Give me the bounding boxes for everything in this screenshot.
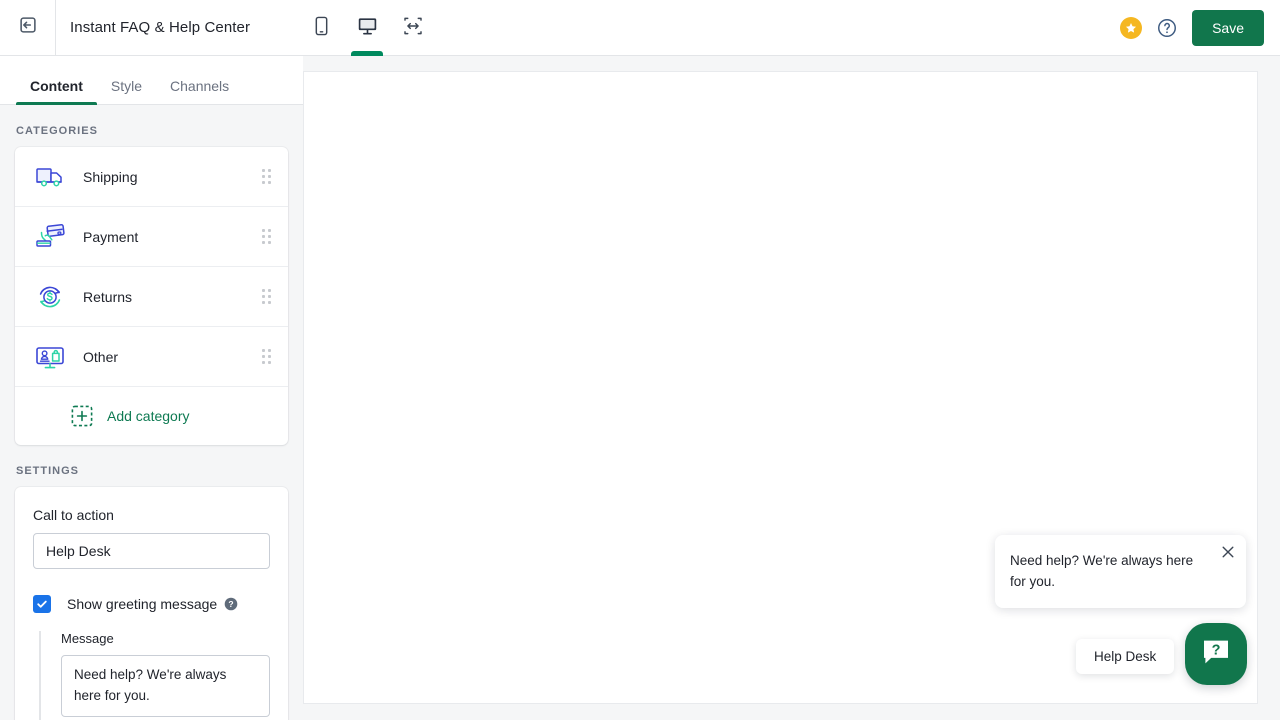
delivery-truck-icon <box>33 160 67 194</box>
preview-greeting-text: Need help? We're always here for you. <box>1010 553 1194 589</box>
chat-question-icon: ? <box>1199 636 1233 673</box>
tab-channels[interactable]: Channels <box>156 79 243 104</box>
category-label: Shipping <box>83 168 138 185</box>
sidebar: Content Style Channels CATEGORIES Shippi… <box>0 56 303 720</box>
category-row-returns[interactable]: Returns <box>15 267 288 327</box>
category-label: Payment <box>83 228 139 245</box>
category-row-payment[interactable]: Payment <box>15 207 288 267</box>
message-textarea[interactable] <box>61 655 270 717</box>
show-greeting-label: Show greeting message <box>67 596 218 612</box>
device-toggle-fullwidth[interactable] <box>397 0 429 56</box>
show-greeting-row: Show greeting message ? <box>33 595 270 613</box>
save-button[interactable]: Save <box>1192 10 1264 46</box>
top-bar: Instant FAQ & Help Center Save <box>0 0 1280 56</box>
category-row-shipping[interactable]: Shipping <box>15 147 288 207</box>
device-toggle-mobile[interactable] <box>305 0 337 56</box>
svg-text:?: ? <box>1212 642 1221 658</box>
categories-section-label: CATEGORIES <box>16 125 98 137</box>
category-label: Returns <box>83 288 133 305</box>
drag-handle[interactable] <box>262 288 274 305</box>
mobile-icon <box>313 16 330 41</box>
categories-card: Shipping Payment Returns Other Add categ… <box>15 147 288 445</box>
add-category-button[interactable]: Add category <box>15 387 288 445</box>
preview-launcher-button[interactable]: ? <box>1185 623 1247 685</box>
category-row-other[interactable]: Other <box>15 327 288 387</box>
back-button[interactable] <box>0 0 56 56</box>
message-label: Message <box>61 631 114 646</box>
desktop-icon <box>357 16 378 41</box>
settings-card: Call to action Show greeting message ? M… <box>15 487 288 720</box>
close-icon[interactable] <box>1221 545 1235 559</box>
call-to-action-label: Call to action <box>33 507 114 523</box>
fullwidth-icon <box>403 16 423 41</box>
top-bar-actions: Save <box>1120 0 1264 56</box>
category-label: Other <box>83 348 119 365</box>
svg-text:?: ? <box>229 599 234 609</box>
monitor-shopping-icon <box>33 340 67 374</box>
sidebar-tabs: Content Style Channels <box>0 56 303 105</box>
device-preview-toggle <box>305 0 429 56</box>
show-greeting-checkbox[interactable] <box>33 595 51 613</box>
star-icon[interactable] <box>1120 17 1143 39</box>
greeting-message-block: Message <box>39 631 270 720</box>
device-active-underline <box>351 51 383 56</box>
back-arrow-icon <box>17 14 39 41</box>
call-to-action-input[interactable] <box>33 533 270 569</box>
add-category-label: Add category <box>107 408 190 424</box>
preview-canvas: Need help? We're always here for you. He… <box>303 71 1258 704</box>
hand-credit-card-icon <box>33 220 67 254</box>
dashed-plus-icon <box>71 405 93 427</box>
settings-section-label: SETTINGS <box>16 465 80 477</box>
tab-content[interactable]: Content <box>16 79 97 105</box>
tab-style[interactable]: Style <box>97 79 156 104</box>
drag-handle[interactable] <box>262 228 274 245</box>
device-toggle-desktop[interactable] <box>351 0 383 56</box>
preview-cta-pill[interactable]: Help Desk <box>1076 639 1175 674</box>
info-question-icon[interactable]: ? <box>224 597 238 611</box>
help-button[interactable] <box>1156 17 1178 39</box>
drag-handle[interactable] <box>262 348 274 365</box>
refund-dollar-icon <box>33 280 67 314</box>
drag-handle[interactable] <box>262 168 274 185</box>
preview-greeting-bubble: Need help? We're always here for you. <box>995 535 1246 609</box>
app-title: Instant FAQ & Help Center <box>70 19 251 36</box>
